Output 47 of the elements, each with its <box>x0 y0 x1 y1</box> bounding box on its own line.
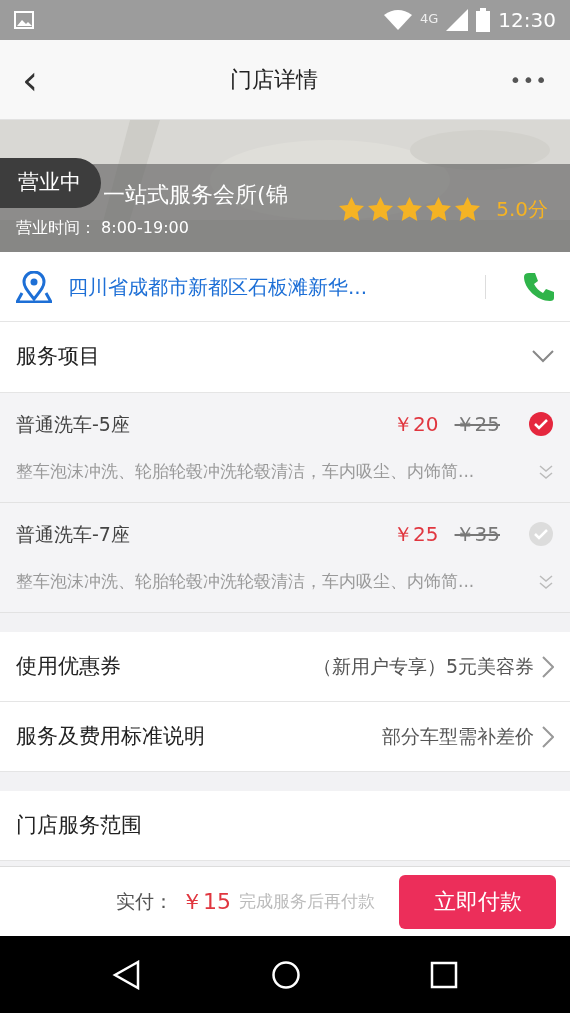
section-title: 服务项目 <box>16 343 100 371</box>
image-icon <box>14 11 34 29</box>
rating-score: 5.0分 <box>496 196 548 223</box>
check-icon[interactable] <box>528 411 554 437</box>
status-badge: 营业中 <box>0 158 101 208</box>
star-icon <box>339 197 365 221</box>
recents-icon[interactable] <box>429 960 458 989</box>
service-description: 整车泡沫冲洗、轮胎轮毂冲洗轮毂清洁，车内吸尘、内饰简... <box>16 570 475 593</box>
expand-icon[interactable] <box>538 573 554 590</box>
chevron-right-icon[interactable] <box>542 655 554 678</box>
service-description: 整车泡沫冲洗、轮胎轮毂冲洗轮毂清洁，车内吸尘、内饰简... <box>16 460 475 483</box>
star-icon <box>426 197 452 221</box>
star-icon <box>455 197 481 221</box>
network-label: 4G <box>420 10 439 28</box>
store-name: 一站式服务会所(锦 <box>103 181 288 209</box>
row-value: 部分车型需补差价 <box>382 724 534 750</box>
original-price: ￥35 <box>454 521 500 548</box>
row-label: 使用优惠券 <box>16 652 121 680</box>
clock-time: 12:30 <box>498 7 556 34</box>
chevron-icon[interactable] <box>532 350 554 364</box>
map-pin-icon <box>16 270 52 303</box>
back-button[interactable]: ‹ <box>22 59 38 100</box>
more-button[interactable]: ••• <box>509 64 548 95</box>
star-icon <box>397 197 423 221</box>
page-title: 门店详情 <box>229 66 318 94</box>
price: ￥25 <box>393 521 439 548</box>
service-name: 普通洗车-7座 <box>16 521 130 547</box>
signal-icon <box>446 9 469 31</box>
pay-button[interactable]: 立即付款 <box>399 874 556 929</box>
chevron-right-icon[interactable] <box>542 725 554 748</box>
section-title: 门店服务范围 <box>16 811 142 839</box>
row-value: （新用户专享）5元美容券 <box>312 654 534 680</box>
business-hours: 营业时间： 8:00-19:00 <box>16 217 189 239</box>
service-name: 普通洗车-5座 <box>16 411 130 437</box>
price: ￥20 <box>393 411 439 438</box>
expand-icon[interactable] <box>538 463 554 480</box>
home-icon[interactable] <box>271 959 301 990</box>
total-amount: ￥15 <box>181 888 231 916</box>
original-price: ￥25 <box>454 411 500 438</box>
check-icon[interactable] <box>528 521 554 547</box>
star-icon <box>368 197 394 221</box>
battery-icon <box>476 8 491 32</box>
total-label: 实付： <box>116 889 173 915</box>
phone-icon[interactable] <box>522 270 554 303</box>
wifi-icon <box>384 10 412 30</box>
row-label: 服务及费用标准说明 <box>16 722 205 750</box>
payment-note: 完成服务后再付款 <box>239 889 375 913</box>
